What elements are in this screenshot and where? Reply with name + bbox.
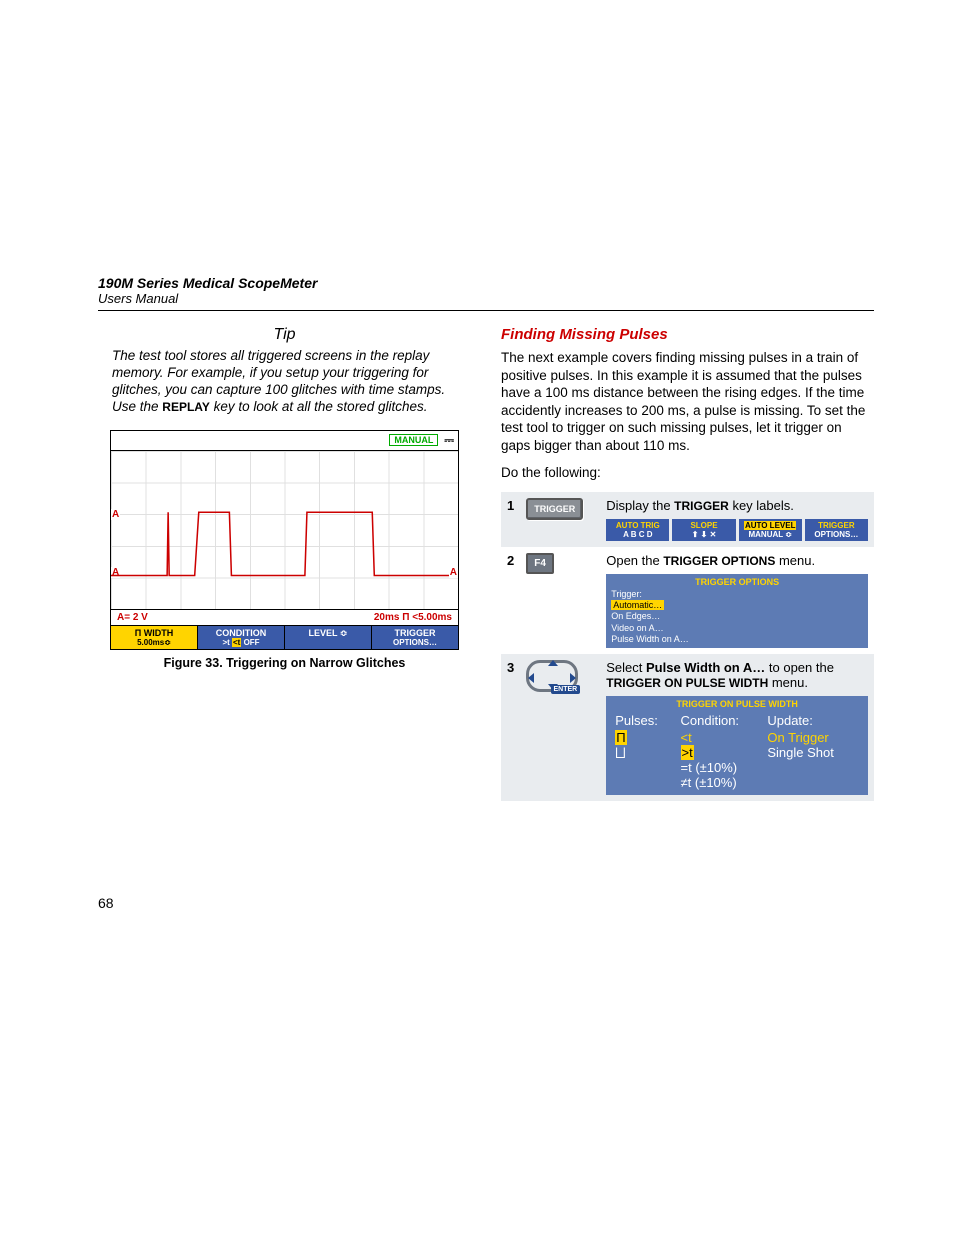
pulse-pos-icon[interactable]: Π bbox=[615, 730, 626, 745]
header-rule bbox=[98, 310, 874, 311]
section-heading: Finding Missing Pulses bbox=[501, 326, 874, 343]
step-3-bold: Pulse Width on A… bbox=[646, 660, 765, 675]
figure-caption: Figure 33. Triggering on Narrow Glitches bbox=[98, 656, 471, 670]
enter-label: ENTER bbox=[551, 685, 581, 694]
step-row-2: 2 F4 Open the TRIGGER OPTIONS menu. TRIG… bbox=[501, 547, 874, 654]
step-1-num: 1 bbox=[501, 492, 520, 547]
power-icon: ⎓ bbox=[444, 433, 454, 448]
step1-sk-2[interactable]: SLOPE⬆ ⬇ ✕ bbox=[672, 519, 735, 541]
trigger-opt-automatic[interactable]: Automatic… bbox=[611, 600, 664, 610]
softkey-row: Π WIDTH 5.00ms≎ CONDITION >t <t OFF LEVE… bbox=[111, 625, 458, 649]
nav-enter-button[interactable]: ENTER bbox=[526, 660, 578, 692]
tip-body: The test tool stores all triggered scree… bbox=[98, 348, 471, 416]
tip-heading: Tip bbox=[98, 326, 471, 344]
page-number: 68 bbox=[98, 895, 114, 911]
step-2-num: 2 bbox=[501, 547, 520, 654]
pulse-col-2: Condition: bbox=[679, 713, 764, 728]
pulse-neg-icon[interactable]: ⨆ bbox=[615, 745, 625, 760]
step1-sk-3-bot: MANUAL ≎ bbox=[741, 530, 800, 539]
scope-screenshot: MANUAL ⎓ A A A A= 2 V 20ms Π <5.00ms bbox=[110, 430, 459, 650]
step-row-3: 3 ENTER Select Pulse Width on A… to open bbox=[501, 654, 874, 801]
step-2-text-post: menu. bbox=[775, 553, 815, 568]
step1-sk-1-top: AUTO TRIG bbox=[608, 521, 667, 530]
step-2-key: TRIGGER OPTIONS bbox=[663, 554, 775, 568]
softkey-f4[interactable]: TRIGGER OPTIONS… bbox=[372, 626, 458, 649]
step-3-num: 3 bbox=[501, 654, 520, 801]
softkey-f4-l2: OPTIONS… bbox=[373, 638, 457, 647]
step1-sk-3-top: AUTO LEVEL bbox=[741, 521, 800, 530]
tip-key: REPLAY bbox=[162, 400, 210, 414]
tip-body-2: key to look at all the stored glitches. bbox=[210, 399, 428, 414]
cond-gt[interactable]: >t bbox=[681, 745, 694, 760]
doc-title: 190M Series Medical ScopeMeter bbox=[98, 275, 874, 291]
cond-eq[interactable]: =t (±10%) bbox=[681, 760, 738, 775]
cond-lt[interactable]: <t bbox=[681, 730, 692, 745]
softkey-f1-l1: Π WIDTH bbox=[112, 628, 196, 638]
step-2-text-pre: Open the bbox=[606, 553, 663, 568]
softkey-f1-l2: 5.00ms≎ bbox=[112, 638, 196, 647]
step1-sk-2-bot: ⬆ ⬇ ✕ bbox=[674, 530, 733, 539]
softkey-f4-l1: TRIGGER bbox=[373, 628, 457, 638]
step-1-softkey-row: AUTO TRIGA B C D SLOPE⬆ ⬇ ✕ AUTO LEVELMA… bbox=[606, 519, 868, 541]
trigger-opt-video[interactable]: Video on A… bbox=[611, 623, 863, 634]
step-3-pre: Select bbox=[606, 660, 646, 675]
manual-badge: MANUAL bbox=[389, 434, 438, 446]
section-para: The next example covers finding missing … bbox=[501, 349, 874, 454]
softkey-f2[interactable]: CONDITION >t <t OFF bbox=[198, 626, 285, 649]
waveform-trace bbox=[111, 451, 458, 614]
section-lead: Do the following: bbox=[501, 464, 874, 482]
doc-subtitle: Users Manual bbox=[98, 291, 874, 306]
arrow-left-icon bbox=[528, 673, 534, 683]
step-1-text-post: key labels. bbox=[729, 498, 794, 513]
f4-key-button[interactable]: F4 bbox=[526, 553, 554, 574]
pulse-col-3: Update: bbox=[765, 713, 861, 728]
step-1-key: TRIGGER bbox=[674, 499, 729, 513]
step1-sk-4-bot: OPTIONS… bbox=[807, 530, 866, 539]
trigger-opt-edges[interactable]: On Edges… bbox=[611, 611, 863, 622]
softkey-f2-hl: <t bbox=[232, 638, 241, 647]
channel-marker-a-right: A bbox=[449, 567, 458, 578]
step-3-mid: to open the bbox=[765, 660, 834, 675]
update-ontrig[interactable]: On Trigger bbox=[767, 730, 828, 745]
softkey-f3[interactable]: LEVEL ≎ bbox=[285, 626, 372, 649]
arrow-up-icon bbox=[548, 660, 558, 666]
step1-sk-1[interactable]: AUTO TRIGA B C D bbox=[606, 519, 669, 541]
pulse-width-title: TRIGGER ON PULSE WIDTH bbox=[611, 699, 863, 709]
step1-sk-4[interactable]: TRIGGEROPTIONS… bbox=[805, 519, 868, 541]
step-1-text-pre: Display the bbox=[606, 498, 674, 513]
step-3-sc: TRIGGER ON PULSE WIDTH bbox=[606, 676, 768, 690]
step1-sk-1-bot: A B C D bbox=[608, 530, 667, 539]
pulse-width-menu: TRIGGER ON PULSE WIDTH Pulses: Condition… bbox=[606, 696, 868, 795]
softkey-f1[interactable]: Π WIDTH 5.00ms≎ bbox=[111, 626, 198, 649]
pulse-col-1: Pulses: bbox=[613, 713, 676, 728]
step1-sk-4-top: TRIGGER bbox=[807, 521, 866, 530]
trigger-options-menu: TRIGGER OPTIONS Trigger: Automatic… On E… bbox=[606, 574, 868, 648]
update-single[interactable]: Single Shot bbox=[767, 745, 834, 760]
step1-sk-3[interactable]: AUTO LEVELMANUAL ≎ bbox=[739, 519, 802, 541]
softkey-f2-l1: CONDITION bbox=[199, 628, 283, 638]
cond-neq[interactable]: ≠t (±10%) bbox=[681, 775, 737, 790]
softkey-f3-l1: LEVEL ≎ bbox=[286, 628, 370, 639]
softkey-f2-l2: >t <t OFF bbox=[199, 638, 283, 647]
step-3-post: menu. bbox=[768, 675, 808, 690]
step1-sk-2-top: SLOPE bbox=[674, 521, 733, 530]
trigger-opt-pulse[interactable]: Pulse Width on A… bbox=[611, 634, 863, 645]
step-row-1: 1 TRIGGER Display the TRIGGER key labels… bbox=[501, 492, 874, 547]
steps-table: 1 TRIGGER Display the TRIGGER key labels… bbox=[501, 492, 874, 801]
trigger-options-label: Trigger: bbox=[611, 589, 863, 600]
arrow-right-icon bbox=[570, 673, 576, 683]
trigger-key-button[interactable]: TRIGGER bbox=[526, 498, 583, 520]
trigger-options-title: TRIGGER OPTIONS bbox=[611, 577, 863, 587]
